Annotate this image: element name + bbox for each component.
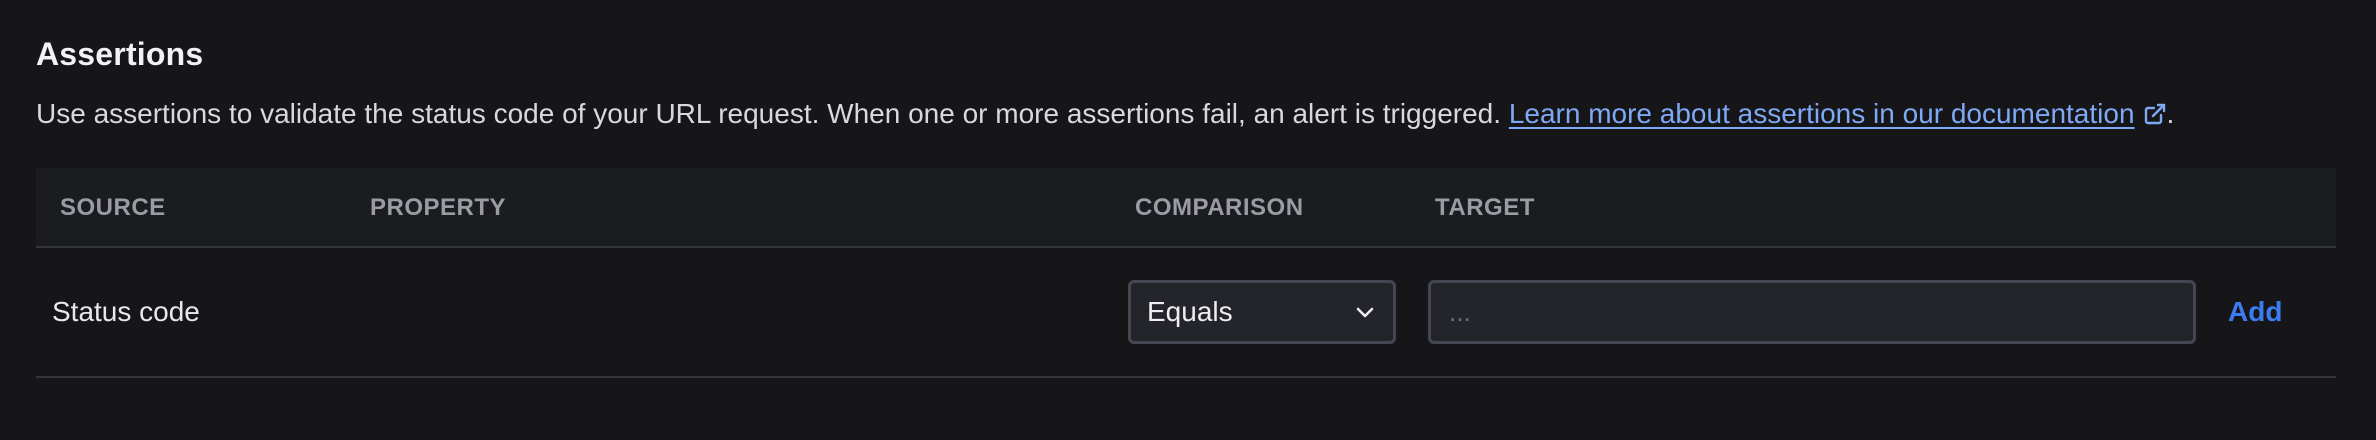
documentation-link[interactable]: Learn more about assertions in our docum…: [1509, 98, 2167, 129]
section-description: Use assertions to validate the status co…: [36, 98, 2174, 130]
column-header-source: SOURCE: [60, 194, 166, 221]
column-header-target: TARGET: [1435, 194, 1535, 221]
description-text: Use assertions to validate the status co…: [36, 98, 1502, 129]
comparison-select[interactable]: Equals: [1128, 280, 1396, 344]
chevron-down-icon: [1356, 307, 1374, 318]
table-row: Status code Equals Add: [36, 248, 2336, 378]
trailing-period: .: [2166, 98, 2175, 129]
comparison-select-value: Equals: [1147, 296, 1233, 327]
documentation-link-label: Learn more about assertions in our docum…: [1508, 98, 2135, 129]
target-input[interactable]: [1428, 280, 2196, 344]
table-header: SOURCE PROPERTY COMPARISON TARGET: [36, 168, 2336, 248]
source-cell: Status code: [52, 296, 200, 327]
column-header-comparison: COMPARISON: [1135, 194, 1304, 221]
add-button[interactable]: Add: [2212, 280, 2298, 344]
column-header-property: PROPERTY: [370, 194, 507, 221]
external-link-icon: [2144, 103, 2165, 125]
section-title: Assertions: [36, 36, 204, 72]
assertions-table: SOURCE PROPERTY COMPARISON TARGET Status…: [36, 168, 2336, 378]
